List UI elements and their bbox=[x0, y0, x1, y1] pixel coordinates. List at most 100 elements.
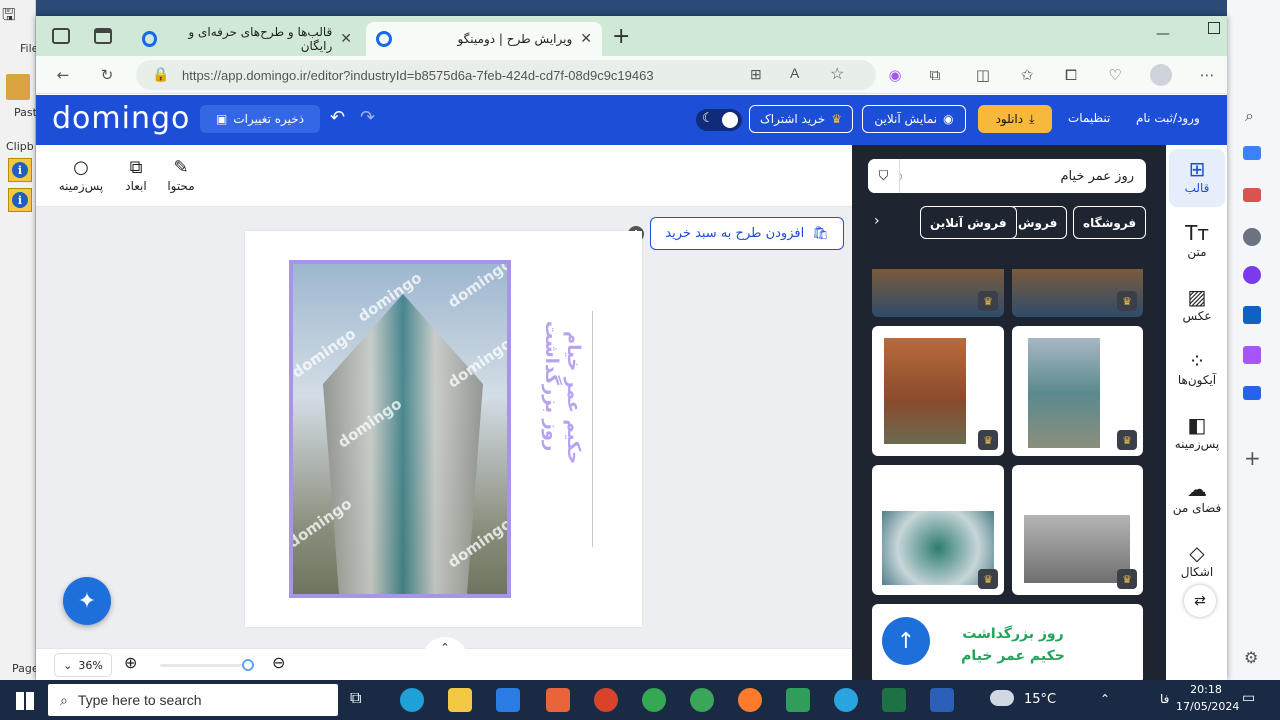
lock-icon[interactable]: 🔒 bbox=[152, 66, 169, 83]
office-icon[interactable] bbox=[1243, 266, 1261, 284]
online-preview-button[interactable]: ◉ نمایش آنلاین bbox=[862, 105, 966, 133]
title-text[interactable]: روز بزرگداشت bbox=[541, 321, 562, 451]
send-icon[interactable] bbox=[1243, 386, 1261, 400]
tag-icon[interactable] bbox=[1243, 146, 1261, 160]
search-icon[interactable]: ⌕ bbox=[1245, 106, 1254, 126]
network-icon[interactable]: ⌃ bbox=[1100, 692, 1110, 706]
extensions-icon[interactable]: ⧉ bbox=[924, 64, 946, 86]
tab-templates[interactable]: ✕ قالب‌ها و طرح‌های حرفه‌ای و رایگان bbox=[132, 22, 362, 56]
nav-templates[interactable]: ⊞ قالب bbox=[1169, 149, 1225, 207]
chip-online-sale[interactable]: فروش آنلاین bbox=[920, 206, 1017, 239]
profile-avatar[interactable] bbox=[1150, 64, 1172, 86]
template-search-input[interactable]: روز عمر خیام ⊗ ⌕ bbox=[868, 159, 1146, 193]
template-thumbnail[interactable]: ♛ bbox=[872, 465, 1004, 595]
template-thumbnail[interactable]: ♛ bbox=[1012, 269, 1143, 317]
nav-text[interactable]: Tт متن bbox=[1169, 213, 1225, 271]
chip-store[interactable]: فروشگاه bbox=[1073, 206, 1147, 239]
firefox-icon[interactable] bbox=[738, 688, 762, 712]
telegram-icon[interactable] bbox=[834, 688, 858, 712]
magic-wand-button[interactable]: ✦ bbox=[63, 577, 111, 625]
favorite-star-icon[interactable]: ☆ bbox=[830, 64, 844, 84]
subtitle-text[interactable]: حکیم عمر خیام bbox=[563, 331, 584, 464]
login-link[interactable]: ورود/ثبت نام bbox=[1136, 111, 1200, 125]
khayyam-tomb-photo[interactable]: domingo domingo domingo domingo domingo … bbox=[289, 260, 511, 598]
nav-icons[interactable]: ⁘ آیکون‌ها bbox=[1169, 341, 1225, 399]
tab-editor[interactable]: ✕ ویرایش طرح | دومینگو bbox=[366, 22, 602, 56]
nav-shapes[interactable]: ◇ اشکال bbox=[1169, 533, 1225, 591]
download-button[interactable]: ⤓ دانلود bbox=[978, 105, 1052, 133]
info-icon[interactable]: i bbox=[8, 158, 32, 182]
template-thumbnail[interactable]: ♛ bbox=[872, 269, 1004, 317]
clock-time[interactable]: 20:18 bbox=[1178, 683, 1234, 696]
refresh-icon[interactable]: ↻ bbox=[96, 64, 118, 86]
template-thumbnail[interactable]: ♛ bbox=[1012, 326, 1143, 456]
zoom-in-icon[interactable]: ⊕ bbox=[124, 653, 137, 672]
add-to-cart-button[interactable]: 🛍 افزودن طرح به سبد خرید bbox=[650, 217, 844, 250]
apps-icon[interactable]: ⊞ bbox=[750, 66, 762, 83]
buy-subscription-button[interactable]: ♛ خرید اشتراک bbox=[749, 105, 853, 133]
app-icon[interactable] bbox=[786, 688, 810, 712]
close-icon[interactable]: ✕ bbox=[580, 31, 592, 47]
zoom-slider-handle[interactable] bbox=[242, 659, 254, 671]
clock-date[interactable]: 17/05/2024 bbox=[1176, 700, 1239, 713]
task-view-icon[interactable]: ⧉ bbox=[350, 688, 374, 712]
zoom-out-icon[interactable]: ⊖ bbox=[272, 653, 285, 672]
add-icon[interactable]: + bbox=[1244, 446, 1261, 470]
nav-background[interactable]: ◧ پس‌زمینه bbox=[1169, 405, 1225, 463]
filter-icon[interactable]: ⛉ bbox=[868, 159, 900, 193]
pages-toggle-chevron-up-icon[interactable]: ⌃ bbox=[422, 637, 468, 661]
nav-my-space[interactable]: ☁ فضای من bbox=[1169, 469, 1225, 527]
globe-icon[interactable] bbox=[690, 688, 714, 712]
paste-icon[interactable] bbox=[6, 74, 30, 100]
toolbox-icon[interactable] bbox=[1243, 188, 1261, 202]
maximize-icon[interactable] bbox=[1208, 22, 1220, 34]
word-icon[interactable] bbox=[930, 688, 954, 712]
back-icon[interactable]: ← bbox=[52, 64, 74, 86]
app-icon[interactable] bbox=[546, 688, 570, 712]
edge-icon[interactable] bbox=[400, 688, 424, 712]
background-tool[interactable]: ○ پس‌زمینه bbox=[56, 157, 106, 193]
chrome-icon[interactable] bbox=[642, 688, 666, 712]
zoom-slider[interactable] bbox=[160, 664, 250, 667]
taskbar-search[interactable]: ⌕ Type here to search bbox=[48, 684, 338, 716]
designer-icon[interactable] bbox=[1243, 346, 1261, 364]
language-indicator[interactable]: فا bbox=[1160, 692, 1169, 706]
design-page[interactable]: domingo domingo domingo domingo domingo … bbox=[245, 231, 642, 627]
minimize-icon[interactable]: — bbox=[1156, 26, 1170, 42]
weather-icon[interactable] bbox=[990, 690, 1014, 706]
workspaces-icon[interactable] bbox=[52, 28, 70, 44]
close-icon[interactable]: ✕ bbox=[340, 31, 352, 47]
copilot-icon[interactable]: ◉ bbox=[884, 64, 906, 86]
save-changes-button[interactable]: ذخیره تغییرات ▣ bbox=[200, 105, 320, 133]
app-icon[interactable] bbox=[594, 688, 618, 712]
performance-icon[interactable]: ♡ bbox=[1104, 64, 1126, 86]
new-tab-icon[interactable]: + bbox=[612, 24, 630, 49]
settings-link[interactable]: تنظیمات bbox=[1068, 111, 1110, 125]
translate-icon[interactable]: ⇄ bbox=[1184, 585, 1216, 617]
chevron-right-icon[interactable]: › bbox=[874, 213, 880, 229]
temperature[interactable]: 15°C bbox=[1024, 692, 1056, 707]
dimensions-tool[interactable]: ⧉ ابعاد bbox=[111, 157, 161, 193]
template-thumbnail[interactable]: ♛ bbox=[872, 326, 1004, 456]
zoom-select[interactable]: ⌄ 36% bbox=[54, 653, 112, 677]
chip-sale[interactable]: فروش bbox=[1008, 206, 1068, 239]
scroll-top-button[interactable]: ↑ bbox=[882, 617, 930, 665]
tab-actions-icon[interactable] bbox=[94, 28, 112, 44]
favorites-icon[interactable]: ✩ bbox=[1016, 64, 1038, 86]
nav-photo[interactable]: ▨ عکس bbox=[1169, 277, 1225, 335]
info-icon[interactable]: i bbox=[8, 188, 32, 212]
people-icon[interactable] bbox=[1243, 228, 1261, 246]
save-icon[interactable]: 🖫 bbox=[2, 4, 16, 31]
notifications-icon[interactable]: ▭ bbox=[1242, 690, 1255, 706]
store-icon[interactable] bbox=[496, 688, 520, 712]
read-aloud-icon[interactable]: A bbox=[790, 65, 799, 81]
undo-icon[interactable]: ↶ bbox=[330, 107, 345, 128]
collections-icon[interactable]: ⧠ bbox=[1060, 64, 1082, 86]
more-menu-icon[interactable]: ⋯ bbox=[1196, 64, 1218, 86]
redo-icon[interactable]: ↷ bbox=[360, 107, 375, 128]
settings-gear-icon[interactable]: ⚙ bbox=[1244, 648, 1258, 667]
dark-mode-toggle[interactable]: ☾ bbox=[696, 109, 742, 131]
template-thumbnail[interactable]: ♛ bbox=[1012, 465, 1143, 595]
url-field[interactable]: 🔒 https://app.domingo.ir/editor?industry… bbox=[136, 60, 876, 90]
file-explorer-icon[interactable] bbox=[448, 688, 472, 712]
